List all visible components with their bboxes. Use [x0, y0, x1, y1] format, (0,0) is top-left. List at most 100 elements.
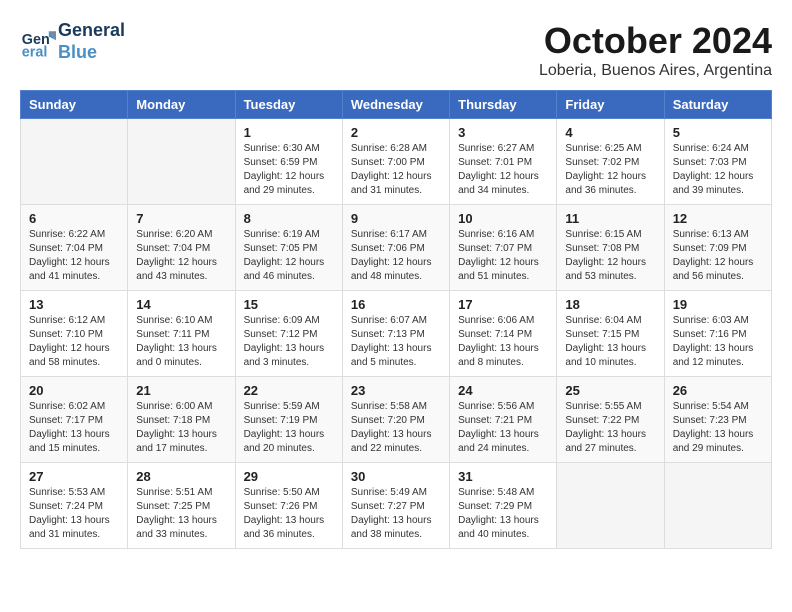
location: Loberia, Buenos Aires, Argentina	[539, 62, 772, 80]
week-row-1: 1 Sunrise: 6:30 AM Sunset: 6:59 PM Daylig…	[21, 119, 772, 205]
logo-icon: Gen eral	[20, 24, 56, 60]
calendar-cell: 14 Sunrise: 6:10 AM Sunset: 7:11 PM Dayli…	[128, 291, 235, 377]
day-details: Sunrise: 5:54 AM Sunset: 7:23 PM Dayligh…	[673, 400, 763, 456]
day-number: 16	[351, 297, 441, 312]
day-number: 28	[136, 469, 226, 484]
day-number: 27	[29, 469, 119, 484]
day-number: 30	[351, 469, 441, 484]
svg-text:eral: eral	[22, 44, 48, 60]
day-details: Sunrise: 6:20 AM Sunset: 7:04 PM Dayligh…	[136, 228, 226, 284]
calendar-cell: 20 Sunrise: 6:02 AM Sunset: 7:17 PM Dayli…	[21, 377, 128, 463]
calendar-table: SundayMondayTuesdayWednesdayThursdayFrid…	[20, 90, 772, 549]
calendar-cell	[21, 119, 128, 205]
calendar-cell: 16 Sunrise: 6:07 AM Sunset: 7:13 PM Dayli…	[342, 291, 449, 377]
day-number: 11	[565, 211, 655, 226]
day-number: 21	[136, 383, 226, 398]
day-number: 22	[244, 383, 334, 398]
weekday-header-friday: Friday	[557, 91, 664, 119]
day-number: 10	[458, 211, 548, 226]
day-number: 17	[458, 297, 548, 312]
title-block: October 2024 Loberia, Buenos Aires, Arge…	[539, 20, 772, 80]
day-number: 18	[565, 297, 655, 312]
day-details: Sunrise: 5:50 AM Sunset: 7:26 PM Dayligh…	[244, 486, 334, 542]
day-number: 26	[673, 383, 763, 398]
calendar-cell: 26 Sunrise: 5:54 AM Sunset: 7:23 PM Dayli…	[664, 377, 771, 463]
day-details: Sunrise: 6:03 AM Sunset: 7:16 PM Dayligh…	[673, 314, 763, 370]
day-number: 4	[565, 125, 655, 140]
calendar-cell: 6Sunrise: 6:22 AM Sunset: 7:04 PM Daylig…	[21, 205, 128, 291]
day-details: Sunrise: 6:02 AM Sunset: 7:17 PM Dayligh…	[29, 400, 119, 456]
calendar-cell: 30Sunrise: 5:49 AM Sunset: 7:27 PM Dayli…	[342, 463, 449, 549]
weekday-header-monday: Monday	[128, 91, 235, 119]
day-number: 9	[351, 211, 441, 226]
day-details: Sunrise: 6:24 AM Sunset: 7:03 PM Dayligh…	[673, 142, 763, 198]
day-number: 25	[565, 383, 655, 398]
day-number: 13	[29, 297, 119, 312]
day-number: 1	[244, 125, 334, 140]
weekday-header-wednesday: Wednesday	[342, 91, 449, 119]
calendar-cell: 19 Sunrise: 6:03 AM Sunset: 7:16 PM Dayli…	[664, 291, 771, 377]
day-details: Sunrise: 5:55 AM Sunset: 7:22 PM Dayligh…	[565, 400, 655, 456]
weekday-header-sunday: Sunday	[21, 91, 128, 119]
weekday-header-thursday: Thursday	[450, 91, 557, 119]
day-number: 31	[458, 469, 548, 484]
calendar-cell: 13 Sunrise: 6:12 AM Sunset: 7:10 PM Dayli…	[21, 291, 128, 377]
day-number: 24	[458, 383, 548, 398]
week-row-2: 6Sunrise: 6:22 AM Sunset: 7:04 PM Daylig…	[21, 205, 772, 291]
calendar-cell: 5 Sunrise: 6:24 AM Sunset: 7:03 PM Daylig…	[664, 119, 771, 205]
logo-text: General Blue	[58, 20, 125, 63]
calendar-cell: 12Sunrise: 6:13 AM Sunset: 7:09 PM Dayli…	[664, 205, 771, 291]
day-number: 12	[673, 211, 763, 226]
day-number: 14	[136, 297, 226, 312]
calendar-cell	[128, 119, 235, 205]
day-number: 5	[673, 125, 763, 140]
calendar-cell: 23Sunrise: 5:58 AM Sunset: 7:20 PM Dayli…	[342, 377, 449, 463]
calendar-cell	[664, 463, 771, 549]
calendar-cell: 3 Sunrise: 6:27 AM Sunset: 7:01 PM Daylig…	[450, 119, 557, 205]
page-header: Gen eral General Blue October 2024 Lober…	[20, 20, 772, 80]
day-details: Sunrise: 6:28 AM Sunset: 7:00 PM Dayligh…	[351, 142, 441, 198]
calendar-cell: 17Sunrise: 6:06 AM Sunset: 7:14 PM Dayli…	[450, 291, 557, 377]
day-number: 7	[136, 211, 226, 226]
week-row-4: 20 Sunrise: 6:02 AM Sunset: 7:17 PM Dayli…	[21, 377, 772, 463]
calendar-body: 1 Sunrise: 6:30 AM Sunset: 6:59 PM Daylig…	[21, 119, 772, 549]
day-details: Sunrise: 5:58 AM Sunset: 7:20 PM Dayligh…	[351, 400, 441, 456]
calendar-cell: 15Sunrise: 6:09 AM Sunset: 7:12 PM Dayli…	[235, 291, 342, 377]
calendar-cell	[557, 463, 664, 549]
calendar-cell: 31 Sunrise: 5:48 AM Sunset: 7:29 PM Dayli…	[450, 463, 557, 549]
day-details: Sunrise: 6:19 AM Sunset: 7:05 PM Dayligh…	[244, 228, 334, 284]
day-details: Sunrise: 6:12 AM Sunset: 7:10 PM Dayligh…	[29, 314, 119, 370]
week-row-3: 13 Sunrise: 6:12 AM Sunset: 7:10 PM Dayli…	[21, 291, 772, 377]
day-number: 20	[29, 383, 119, 398]
calendar-cell: 11Sunrise: 6:15 AM Sunset: 7:08 PM Dayli…	[557, 205, 664, 291]
calendar-cell: 25 Sunrise: 5:55 AM Sunset: 7:22 PM Dayli…	[557, 377, 664, 463]
calendar-cell: 29 Sunrise: 5:50 AM Sunset: 7:26 PM Dayli…	[235, 463, 342, 549]
logo: Gen eral General Blue	[20, 20, 125, 63]
day-number: 2	[351, 125, 441, 140]
weekday-header-row: SundayMondayTuesdayWednesdayThursdayFrid…	[21, 91, 772, 119]
day-details: Sunrise: 6:30 AM Sunset: 6:59 PM Dayligh…	[244, 142, 334, 198]
day-details: Sunrise: 6:07 AM Sunset: 7:13 PM Dayligh…	[351, 314, 441, 370]
calendar-cell: 28 Sunrise: 5:51 AM Sunset: 7:25 PM Dayli…	[128, 463, 235, 549]
day-details: Sunrise: 6:10 AM Sunset: 7:11 PM Dayligh…	[136, 314, 226, 370]
day-details: Sunrise: 6:16 AM Sunset: 7:07 PM Dayligh…	[458, 228, 548, 284]
day-details: Sunrise: 5:51 AM Sunset: 7:25 PM Dayligh…	[136, 486, 226, 542]
day-number: 29	[244, 469, 334, 484]
day-details: Sunrise: 6:27 AM Sunset: 7:01 PM Dayligh…	[458, 142, 548, 198]
day-details: Sunrise: 6:04 AM Sunset: 7:15 PM Dayligh…	[565, 314, 655, 370]
day-number: 19	[673, 297, 763, 312]
calendar-cell: 8Sunrise: 6:19 AM Sunset: 7:05 PM Daylig…	[235, 205, 342, 291]
calendar-cell: 27 Sunrise: 5:53 AM Sunset: 7:24 PM Dayli…	[21, 463, 128, 549]
day-details: Sunrise: 6:22 AM Sunset: 7:04 PM Dayligh…	[29, 228, 119, 284]
calendar-cell: 18 Sunrise: 6:04 AM Sunset: 7:15 PM Dayli…	[557, 291, 664, 377]
day-number: 3	[458, 125, 548, 140]
day-details: Sunrise: 5:48 AM Sunset: 7:29 PM Dayligh…	[458, 486, 548, 542]
calendar-cell: 24Sunrise: 5:56 AM Sunset: 7:21 PM Dayli…	[450, 377, 557, 463]
day-details: Sunrise: 6:00 AM Sunset: 7:18 PM Dayligh…	[136, 400, 226, 456]
day-details: Sunrise: 5:53 AM Sunset: 7:24 PM Dayligh…	[29, 486, 119, 542]
weekday-header-saturday: Saturday	[664, 91, 771, 119]
calendar-cell: 1 Sunrise: 6:30 AM Sunset: 6:59 PM Daylig…	[235, 119, 342, 205]
day-details: Sunrise: 6:17 AM Sunset: 7:06 PM Dayligh…	[351, 228, 441, 284]
calendar-cell: 9 Sunrise: 6:17 AM Sunset: 7:06 PM Daylig…	[342, 205, 449, 291]
day-details: Sunrise: 6:25 AM Sunset: 7:02 PM Dayligh…	[565, 142, 655, 198]
